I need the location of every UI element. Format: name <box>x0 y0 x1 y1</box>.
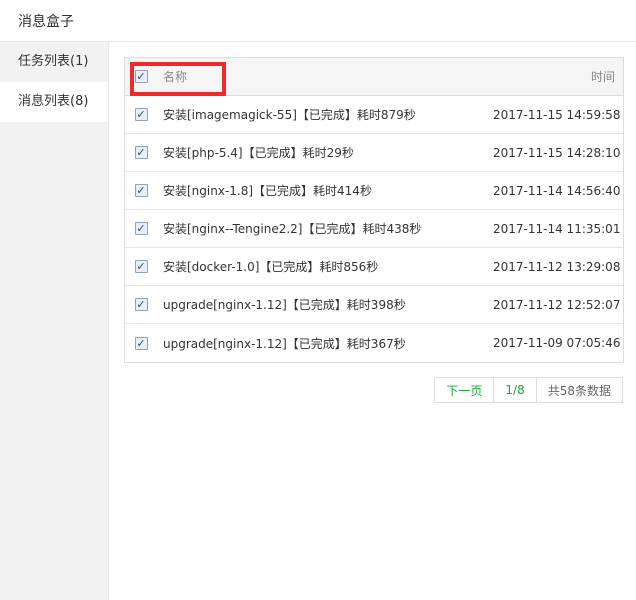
total-count: 共58条数据 <box>547 383 611 398</box>
row-checkbox[interactable]: ✓ <box>134 260 148 273</box>
table-row[interactable]: ✓ 安装[nginx--Tengine2.2]【已完成】耗时438秒 2017-… <box>125 210 623 248</box>
message-box-window: 消息盒子 任务列表(1) 消息列表(8) ✓ 名称 时间 ✓ 安装[imagem… <box>0 0 636 600</box>
window-title: 消息盒子 <box>18 13 74 30</box>
column-header-time[interactable]: 时间 <box>493 68 623 85</box>
title-bar: 消息盒子 <box>0 0 636 42</box>
row-checkbox[interactable]: ✓ <box>134 146 148 159</box>
sidebar-item-tasks[interactable]: 任务列表(1) <box>0 42 108 82</box>
pagination: 下一页 1/8 共58条数据 <box>434 377 623 403</box>
table-row[interactable]: ✓ 安装[imagemagick-55]【已完成】耗时879秒 2017-11-… <box>125 96 623 134</box>
row-time: 2017-11-15 14:28:10 <box>493 145 621 160</box>
sidebar-item-label: 任务列表(1) <box>18 54 89 69</box>
row-time: 2017-11-12 12:52:07 <box>493 297 621 312</box>
table-header: ✓ 名称 时间 <box>125 58 623 96</box>
message-table: ✓ 名称 时间 ✓ 安装[imagemagick-55]【已完成】耗时879秒 … <box>124 57 624 363</box>
sidebar: 任务列表(1) 消息列表(8) <box>0 42 109 600</box>
row-name: upgrade[nginx-1.12]【已完成】耗时398秒 <box>163 298 406 312</box>
page-indicator: 1/8 <box>494 378 537 402</box>
window-body: 任务列表(1) 消息列表(8) ✓ 名称 时间 ✓ 安装[imagemagick… <box>0 42 636 600</box>
row-time: 2017-11-12 13:29:08 <box>493 259 621 274</box>
table-row[interactable]: ✓ upgrade[nginx-1.12]【已完成】耗时398秒 2017-11… <box>125 286 623 324</box>
row-time: 2017-11-14 14:56:40 <box>493 183 621 198</box>
select-all-checkbox[interactable]: ✓ <box>134 70 148 83</box>
table-row[interactable]: ✓ 安装[php-5.4]【已完成】耗时29秒 2017-11-15 14:28… <box>125 134 623 172</box>
row-name: 安装[imagemagick-55]【已完成】耗时879秒 <box>163 108 416 122</box>
row-time: 2017-11-14 11:35:01 <box>493 221 621 236</box>
row-time: 2017-11-09 07:05:46 <box>493 336 621 350</box>
table-row[interactable]: ✓ 安装[docker-1.0]【已完成】耗时856秒 2017-11-12 1… <box>125 248 623 286</box>
select-all-cell: ✓ <box>125 70 157 83</box>
row-name: 安装[docker-1.0]【已完成】耗时856秒 <box>163 260 379 274</box>
row-name: 安装[php-5.4]【已完成】耗时29秒 <box>163 146 354 160</box>
row-checkbox[interactable]: ✓ <box>134 184 148 197</box>
next-page-button[interactable]: 下一页 <box>435 378 495 402</box>
row-checkbox[interactable]: ✓ <box>134 298 148 311</box>
row-checkbox[interactable]: ✓ <box>134 222 148 235</box>
row-checkbox[interactable]: ✓ <box>134 108 148 121</box>
row-name: 安装[nginx--Tengine2.2]【已完成】耗时438秒 <box>163 222 422 236</box>
main-panel: ✓ 名称 时间 ✓ 安装[imagemagick-55]【已完成】耗时879秒 … <box>109 42 636 600</box>
row-checkbox[interactable]: ✓ <box>134 336 148 350</box>
table-row[interactable]: ✓ upgrade[nginx-1.12]【已完成】耗时367秒 2017-11… <box>125 324 623 362</box>
sidebar-item-label: 消息列表(8) <box>18 94 89 109</box>
row-name: 安装[nginx-1.8]【已完成】耗时414秒 <box>163 184 372 198</box>
row-name: upgrade[nginx-1.12]【已完成】耗时367秒 <box>163 336 406 351</box>
sidebar-item-messages[interactable]: 消息列表(8) <box>0 82 108 122</box>
column-header-name[interactable]: 名称 <box>157 68 493 85</box>
row-time: 2017-11-15 14:59:58 <box>493 107 621 122</box>
table-row[interactable]: ✓ 安装[nginx-1.8]【已完成】耗时414秒 2017-11-14 14… <box>125 172 623 210</box>
